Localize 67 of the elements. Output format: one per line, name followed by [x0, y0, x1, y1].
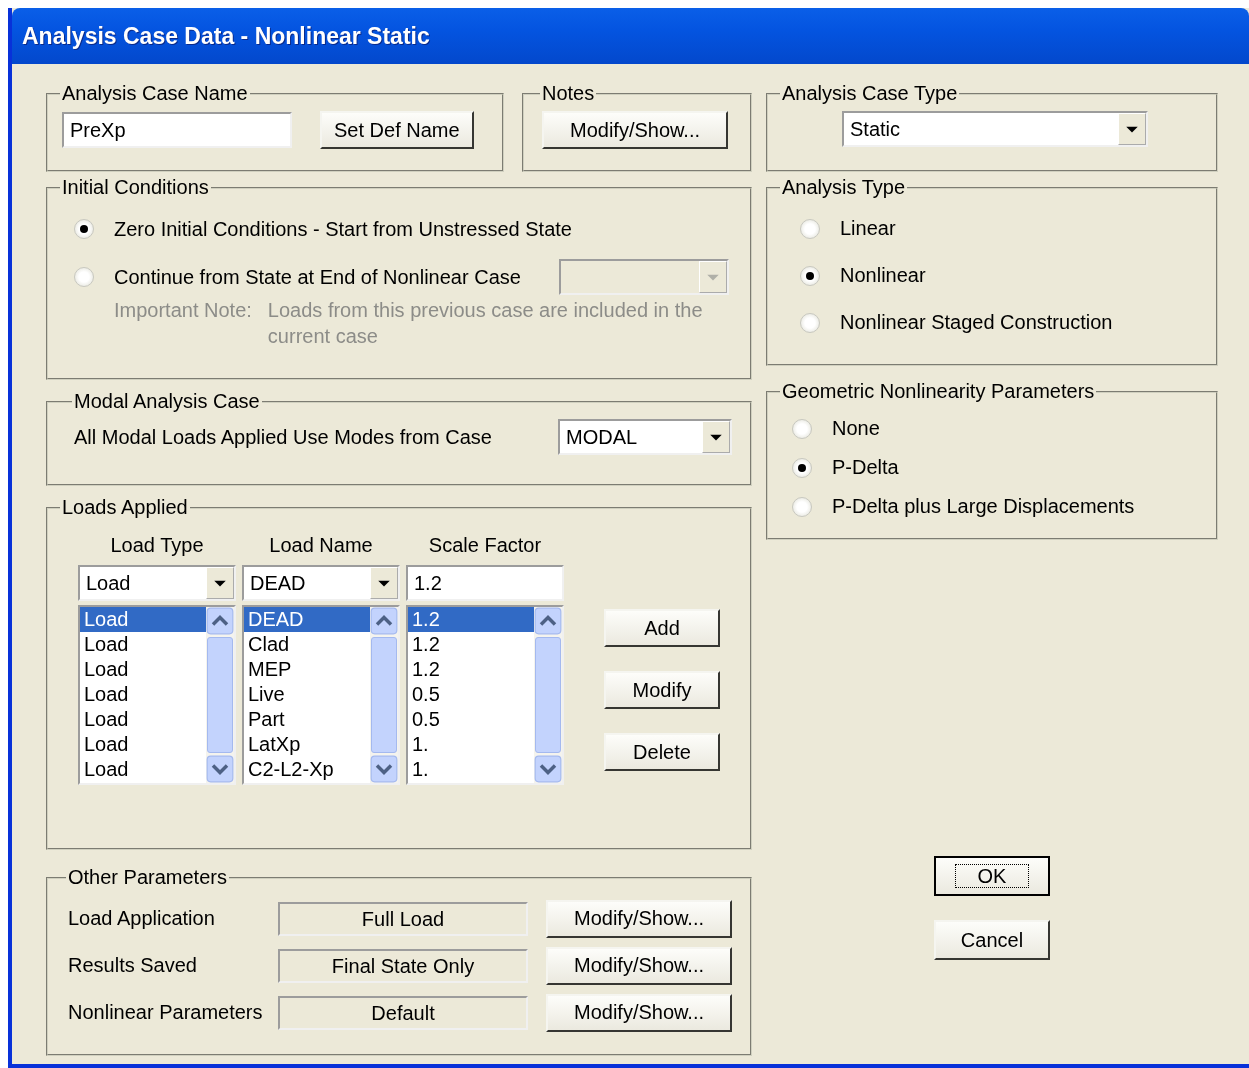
group-title: Initial Conditions — [61, 176, 210, 199]
modify-show-button[interactable]: Modify/Show... — [542, 111, 728, 149]
list-item[interactable]: DEAD — [244, 607, 370, 632]
load-action-button[interactable]: Add — [604, 609, 720, 647]
ok-button[interactable]: OK — [934, 856, 1050, 896]
group-title: Analysis Type — [781, 176, 907, 199]
list-item[interactable]: Clad — [244, 632, 370, 657]
radio-label: Zero Initial Conditions - Start from Unstressed State — [114, 217, 572, 241]
set-def-name-button[interactable]: Set Def Name — [320, 111, 474, 149]
list-item[interactable]: Live — [244, 682, 370, 707]
list-item[interactable]: 1. — [408, 732, 534, 757]
list-item[interactable]: 1.2 — [408, 657, 534, 682]
parameter-label: Results Saved — [68, 954, 198, 977]
note-text: Loads from this previous case are included in the current case — [267, 298, 704, 349]
load-dropdown[interactable]: Load — [78, 565, 236, 601]
load-action-button[interactable]: Delete — [604, 733, 720, 771]
modify-show-button[interactable]: Modify/Show... — [546, 993, 732, 1032]
list-item[interactable]: 0.5 — [408, 682, 534, 707]
list-item[interactable]: Part — [244, 707, 370, 732]
parameter-value: Full Load — [278, 901, 528, 936]
name-input-field[interactable]: PreXp — [62, 112, 292, 148]
modal-case-dropdown[interactable]: MODAL — [558, 419, 732, 455]
parameter-value: Default — [278, 995, 528, 1030]
group-title: Geometric Nonlinearity Parameters — [781, 380, 1096, 403]
list-item[interactable]: 1.2 — [408, 607, 534, 632]
radio-label: Nonlinear — [840, 264, 926, 287]
parameter-label: Load Application — [68, 907, 216, 930]
radio-label: Nonlinear Staged Construction — [840, 311, 1113, 334]
list-item[interactable]: Load — [80, 757, 206, 782]
list-item[interactable]: 1.2 — [408, 632, 534, 657]
radio-label: Linear — [840, 217, 896, 240]
radio-label: None — [832, 417, 880, 440]
cancel-button[interactable]: Cancel — [934, 920, 1050, 960]
window-title: Analysis Case Data - Nonlinear Static — [22, 22, 430, 50]
load-dropdown[interactable]: DEAD — [242, 565, 400, 601]
list-item[interactable]: Load — [80, 707, 206, 732]
group-title: Analysis Case Type — [781, 82, 959, 105]
radio-label: Continue from State at End of Nonlinear Case — [114, 265, 521, 289]
modify-show-button[interactable]: Modify/Show... — [546, 946, 732, 985]
note-label: Important Note: — [114, 298, 252, 323]
list-item[interactable]: Load — [80, 657, 206, 682]
group-title: Notes — [541, 82, 596, 105]
group-title: Other Parameters — [67, 866, 228, 889]
list-item[interactable]: Load — [80, 732, 206, 757]
group-title: Analysis Case Name — [61, 82, 249, 105]
list-item[interactable]: C2-L2-Xp — [244, 757, 370, 782]
radio-label: P-Delta — [832, 456, 899, 479]
list-item[interactable]: Load — [80, 632, 206, 657]
list-item[interactable]: MEP — [244, 657, 370, 682]
group-title: Modal Analysis Case — [73, 390, 261, 413]
parameter-value: Final State Only — [278, 948, 528, 983]
column-header: Scale Factor — [427, 533, 543, 558]
case-type-dropdown[interactable]: Static — [842, 111, 1148, 147]
list-item[interactable]: LatXp — [244, 732, 370, 757]
list-item[interactable]: Load — [80, 682, 206, 707]
column-header: Load Type — [109, 533, 205, 558]
list-item[interactable]: 1. — [408, 757, 534, 782]
radio-label: P-Delta plus Large Displacements — [832, 495, 1135, 518]
scale-input-field[interactable]: 1.2 — [406, 565, 564, 601]
modal-label: All Modal Loads Applied Use Modes from Case — [74, 425, 492, 449]
modify-show-button[interactable]: Modify/Show... — [546, 899, 732, 938]
column-header: Load Name — [268, 533, 374, 558]
parameter-label: Nonlinear Parameters — [68, 1001, 264, 1024]
group-title: Loads Applied — [61, 496, 189, 519]
list-item[interactable]: 0.5 — [408, 707, 534, 732]
load-action-button[interactable]: Modify — [604, 671, 720, 709]
list-item[interactable]: Load — [80, 607, 206, 632]
